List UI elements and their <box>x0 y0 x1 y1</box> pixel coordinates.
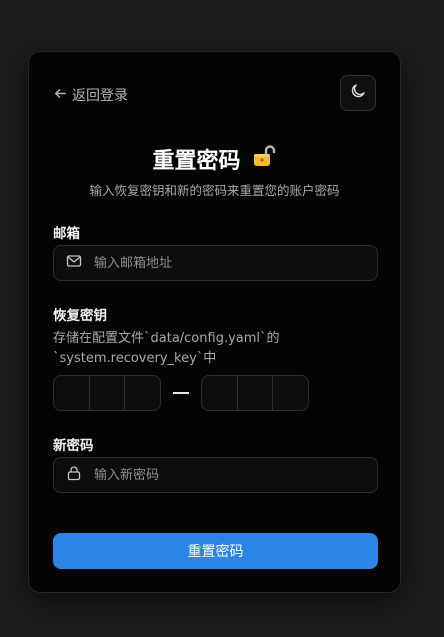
recovery-key-label: 恢复密钥 <box>53 308 107 324</box>
recovery-key-separator <box>173 392 189 394</box>
lock-icon <box>66 465 82 485</box>
moon-icon <box>349 82 367 104</box>
email-field[interactable] <box>53 245 378 281</box>
recovery-key-digit-3[interactable] <box>125 376 160 410</box>
theme-toggle-button[interactable] <box>340 75 376 111</box>
recovery-key-digit-2[interactable] <box>90 376 126 410</box>
reset-password-button[interactable]: 重置密码 <box>53 533 378 569</box>
recovery-key-group-2 <box>201 375 309 411</box>
recovery-key-hint: 存储在配置文件`data/config.yaml`的`system.recove… <box>53 331 280 366</box>
recovery-key-digit-5[interactable] <box>238 376 274 410</box>
page-title: 重置密码 <box>152 149 241 174</box>
back-to-login-link[interactable]: 返回登录 <box>53 85 128 105</box>
email-input[interactable] <box>94 255 354 271</box>
page-subtitle: 输入恢复密钥和新的密码来重置您的账户密码 <box>89 183 340 198</box>
unlocked-padlock-icon <box>251 143 277 175</box>
back-link-label: 返回登录 <box>72 88 128 104</box>
arrow-left-icon <box>53 86 68 105</box>
page-title-row: 重置密码 <box>29 143 400 175</box>
recovery-key-digit-4[interactable] <box>202 376 238 410</box>
new-password-label: 新密码 <box>53 438 94 454</box>
recovery-key-digit-1[interactable] <box>54 376 90 410</box>
reset-password-card: 返回登录 重置密码 输入恢复密钥和新的密码来重置您的账户密码 邮箱 输入邮箱地址… <box>28 51 401 593</box>
mail-icon <box>66 253 82 273</box>
email-label: 邮箱 <box>53 226 80 242</box>
recovery-key-group-1 <box>53 375 161 411</box>
new-password-field[interactable] <box>53 457 378 493</box>
new-password-input[interactable] <box>94 467 354 483</box>
recovery-key-digit-6[interactable] <box>273 376 308 410</box>
